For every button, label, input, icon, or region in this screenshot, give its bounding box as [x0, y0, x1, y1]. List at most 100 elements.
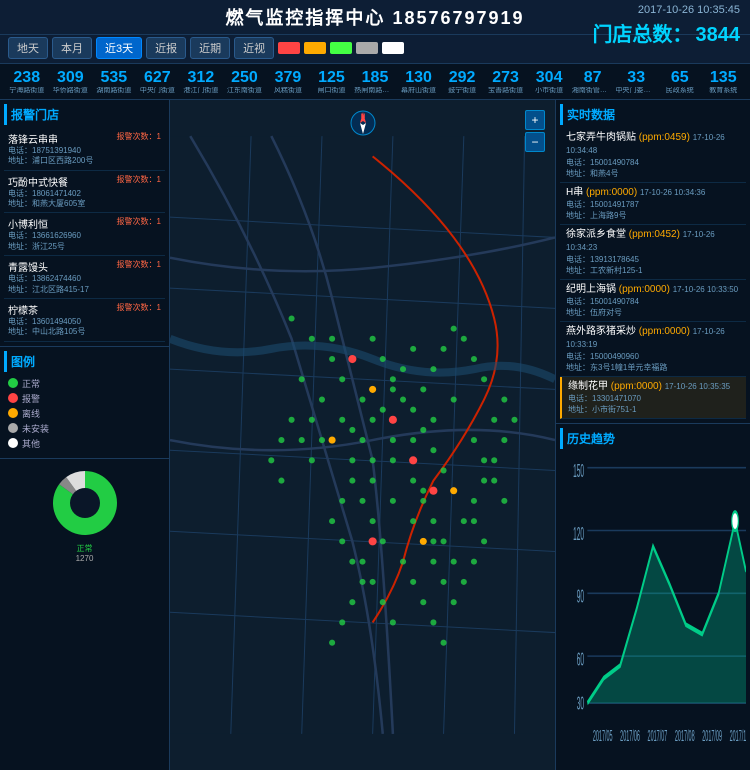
tab-0[interactable]: 地天 [8, 37, 48, 59]
realtime-item-3[interactable]: 纪明上海锅 (ppm:0000) 17-10-26 10:33:50 电话：15… [560, 280, 746, 322]
map-dot-green-60[interactable] [471, 518, 477, 524]
store-item-4[interactable]: 柠檬茶 报警次数：1 电话：13601494050地址：中山北路105号 [4, 299, 165, 342]
map-dot-green-41[interactable] [380, 356, 386, 362]
map-dot-green-83[interactable] [349, 558, 355, 564]
store-item-0[interactable]: 落锋云串串 报警次数：1 电话：18751391940地址：浦口区西路200号 [4, 128, 165, 171]
map-dot-green-68[interactable] [289, 417, 295, 423]
tab-1[interactable]: 本月 [52, 37, 92, 59]
map-dot-green-21[interactable] [410, 518, 416, 524]
map-dot-green-70[interactable] [268, 457, 274, 463]
map-dot-green-37[interactable] [430, 417, 436, 423]
map-dot-green-26[interactable] [430, 447, 436, 453]
map-dot-green-9[interactable] [380, 407, 386, 413]
map-dot-green-34[interactable] [471, 356, 477, 362]
map-dot-green-18[interactable] [349, 457, 355, 463]
map-dot-green-78[interactable] [471, 498, 477, 504]
map-dot-green-95[interactable] [430, 558, 436, 564]
map-dot-green-52[interactable] [359, 558, 365, 564]
map-dot-green-45[interactable] [420, 498, 426, 504]
store-item-2[interactable]: 小博利恒 报警次数：1 电话：13661626960地址：浙江25号 [4, 213, 165, 256]
map-dot-green-94[interactable] [441, 579, 447, 585]
map-dot-green-7[interactable] [370, 457, 376, 463]
map-dot-green-14[interactable] [339, 376, 345, 382]
map-dot-green-8[interactable] [349, 427, 355, 433]
map-dot-green-76[interactable] [491, 457, 497, 463]
map-dot-green-12[interactable] [410, 346, 416, 352]
store-item-3[interactable]: 青露馒头 报警次数：1 电话：13862474460地址：江北区路415-17 [4, 256, 165, 299]
map-dot-green-29[interactable] [420, 386, 426, 392]
map-dot-green-71[interactable] [278, 477, 284, 483]
map-dot-green-51[interactable] [380, 538, 386, 544]
map-dot-green-65[interactable] [319, 437, 325, 443]
map-dot-green-32[interactable] [451, 325, 457, 331]
map-dot-orange-0[interactable] [329, 436, 336, 443]
map-dot-green-4[interactable] [319, 396, 325, 402]
tab-5[interactable]: 近视 [234, 37, 274, 59]
map-dot-green-73[interactable] [501, 396, 507, 402]
map-dot-green-30[interactable] [430, 366, 436, 372]
map-dot-green-19[interactable] [370, 477, 376, 483]
map-dot-green-0[interactable] [289, 315, 295, 321]
map-dot-green-42[interactable] [390, 376, 396, 382]
map-dot-red-4[interactable] [409, 456, 417, 464]
map-dot-green-24[interactable] [420, 488, 426, 494]
tab-3[interactable]: 近报 [146, 37, 186, 59]
map-dot-green-91[interactable] [430, 619, 436, 625]
map-dot-green-54[interactable] [380, 599, 386, 605]
map-dot-green-89[interactable] [410, 579, 416, 585]
map-dot-green-81[interactable] [329, 518, 335, 524]
map-dot-green-23[interactable] [451, 558, 457, 564]
map-dot-green-58[interactable] [491, 477, 497, 483]
map-zoom-out[interactable]: − [525, 132, 545, 152]
map-dot-green-39[interactable] [390, 457, 396, 463]
map-dot-green-90[interactable] [420, 599, 426, 605]
map-dot-green-67[interactable] [299, 437, 305, 443]
map-dot-green-77[interactable] [481, 477, 487, 483]
map-dot-green-80[interactable] [339, 498, 345, 504]
map-dot-green-88[interactable] [400, 558, 406, 564]
map-dot-orange-3[interactable] [450, 487, 457, 494]
map-dot-green-38[interactable] [410, 437, 416, 443]
realtime-item-5[interactable]: 缘制花甲 (ppm:0000) 17-10-26 10:35:35 电话：133… [560, 377, 746, 419]
map-dot-green-47[interactable] [441, 538, 447, 544]
map-dot-red-2[interactable] [429, 487, 437, 495]
map-dot-green-31[interactable] [441, 346, 447, 352]
map-dot-green-17[interactable] [390, 437, 396, 443]
map-dot-green-2[interactable] [329, 356, 335, 362]
map-dot-green-46[interactable] [430, 518, 436, 524]
map-dot-green-48[interactable] [349, 477, 355, 483]
map-dot-green-72[interactable] [491, 417, 497, 423]
map-dot-green-56[interactable] [471, 437, 477, 443]
map-dot-green-85[interactable] [349, 599, 355, 605]
map-dot-green-82[interactable] [339, 538, 345, 544]
map-dot-green-61[interactable] [481, 538, 487, 544]
map-dot-green-28[interactable] [410, 407, 416, 413]
map-dot-green-59[interactable] [501, 498, 507, 504]
map-dot-red-0[interactable] [348, 355, 356, 363]
map-dot-green-55[interactable] [390, 619, 396, 625]
map-dot-green-62[interactable] [471, 558, 477, 564]
realtime-item-1[interactable]: H串 (ppm:0000) 17-10-26 10:34:36 电话：15001… [560, 183, 746, 225]
map-dot-green-33[interactable] [461, 336, 467, 342]
map-dot-green-79[interactable] [461, 518, 467, 524]
map-dot-green-35[interactable] [481, 376, 487, 382]
map-dot-green-66[interactable] [309, 457, 315, 463]
map-dot-green-22[interactable] [430, 538, 436, 544]
map-dot-green-25[interactable] [441, 467, 447, 473]
map-dot-green-92[interactable] [441, 640, 447, 646]
map-dot-green-15[interactable] [329, 336, 335, 342]
map-zoom-in[interactable]: + [525, 110, 545, 130]
realtime-item-2[interactable]: 徐家派乡食堂 (ppm:0452) 17-10-26 10:34:23 电话：1… [560, 225, 746, 280]
map-dot-green-40[interactable] [370, 336, 376, 342]
map-dot-green-69[interactable] [278, 437, 284, 443]
store-item-1[interactable]: 巧酚中式快餐 报警次数：1 电话：18061471402地址：和燕大厦605室 [4, 171, 165, 214]
map-dot-orange-2[interactable] [420, 538, 427, 545]
map-dot-green-86[interactable] [339, 619, 345, 625]
map-dot-green-74[interactable] [511, 417, 517, 423]
tab-2[interactable]: 近3天 [96, 37, 142, 59]
map-dot-orange-1[interactable] [369, 386, 376, 393]
map-dot-green-75[interactable] [501, 437, 507, 443]
map-dot-green-1[interactable] [309, 336, 315, 342]
map-dot-green-63[interactable] [461, 579, 467, 585]
map-dot-green-84[interactable] [359, 579, 365, 585]
